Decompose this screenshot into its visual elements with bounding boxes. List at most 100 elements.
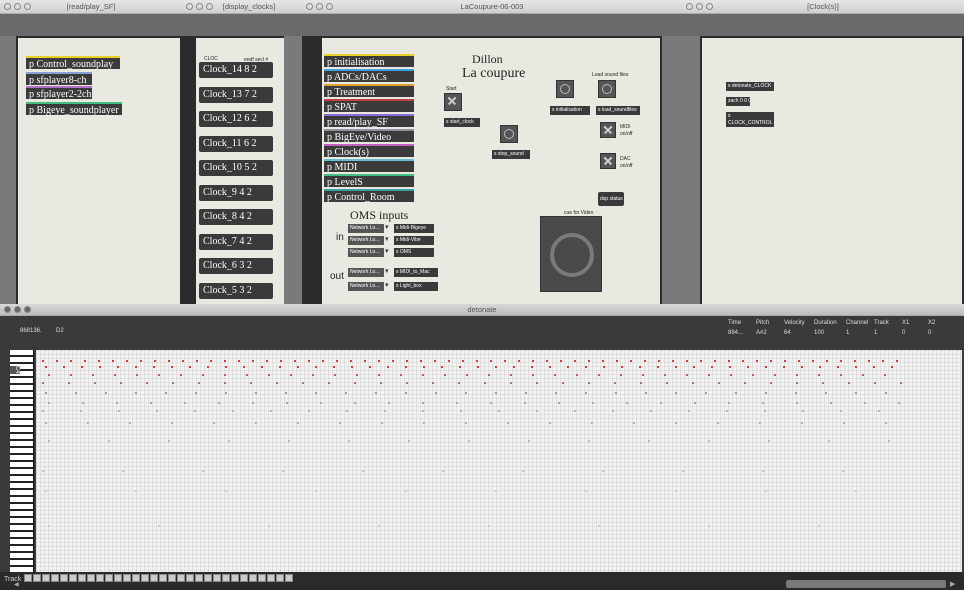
note-event[interactable] [796, 402, 798, 404]
note-event[interactable] [729, 366, 731, 368]
track-toggle-16[interactable] [159, 574, 167, 582]
lacoupure-subpatcher-4[interactable]: p read/play_SF [324, 114, 414, 127]
note-event[interactable] [477, 366, 479, 368]
note-event[interactable] [42, 360, 44, 362]
note-event[interactable] [525, 392, 527, 394]
note-event[interactable] [554, 374, 556, 376]
readplay-toolbar[interactable] [0, 14, 182, 36]
lacoupure-titlebar[interactable]: LaCoupure-06-003 [302, 0, 682, 14]
note-event[interactable] [224, 382, 226, 384]
note-event[interactable] [460, 410, 462, 412]
note-event[interactable] [900, 382, 902, 384]
note-event[interactable] [759, 422, 761, 424]
note-event[interactable] [114, 374, 116, 376]
note-event[interactable] [874, 382, 876, 384]
note-event[interactable] [708, 374, 710, 376]
track-toggle-28[interactable] [267, 574, 275, 582]
note-event[interactable] [898, 402, 900, 404]
note-event[interactable] [522, 470, 524, 472]
note-event[interactable] [286, 402, 288, 404]
note-event[interactable] [819, 366, 821, 368]
note-event[interactable] [828, 440, 830, 442]
readplay-subpatcher-1[interactable]: p sfplayer8-ch [26, 72, 92, 85]
note-event[interactable] [465, 392, 467, 394]
note-event[interactable] [405, 392, 407, 394]
note-event[interactable] [574, 410, 576, 412]
note-event[interactable] [246, 374, 248, 376]
note-event[interactable] [488, 374, 490, 376]
note-event[interactable] [585, 392, 587, 394]
note-event[interactable] [843, 422, 845, 424]
dac-toggle[interactable] [600, 153, 616, 169]
note-event[interactable] [42, 470, 44, 472]
event-field-value-2[interactable]: 64 [784, 330, 791, 336]
note-event[interactable] [224, 374, 226, 376]
clocks-sidebar[interactable] [682, 36, 700, 304]
note-event[interactable] [484, 382, 486, 384]
note-event[interactable] [320, 402, 322, 404]
note-event[interactable] [172, 382, 174, 384]
init-bang[interactable] [556, 80, 574, 98]
note-event[interactable] [290, 374, 292, 376]
note-event[interactable] [158, 374, 160, 376]
note-event[interactable] [238, 360, 240, 362]
note-event[interactable] [717, 422, 719, 424]
note-event[interactable] [297, 422, 299, 424]
note-event[interactable] [378, 525, 380, 527]
note-event[interactable] [585, 490, 587, 492]
note-event[interactable] [693, 366, 695, 368]
note-event[interactable] [490, 402, 492, 404]
note-event[interactable] [762, 470, 764, 472]
note-event[interactable] [280, 360, 282, 362]
note-event[interactable] [621, 366, 623, 368]
readplay-titlebar[interactable]: [read/play_SF] [0, 0, 182, 14]
note-event[interactable] [744, 382, 746, 384]
note-event[interactable] [112, 360, 114, 362]
track-toggle-25[interactable] [240, 574, 248, 582]
scroll-left-icon[interactable]: ◀ [14, 581, 19, 588]
oms-in-network-menu-2[interactable]: Network Lo... [348, 248, 384, 257]
note-event[interactable] [378, 374, 380, 376]
clocks-canvas[interactable] [702, 38, 962, 304]
note-event[interactable] [840, 374, 842, 376]
note-event[interactable] [442, 470, 444, 472]
note-event[interactable] [48, 525, 50, 527]
note-event[interactable] [686, 360, 688, 362]
track-toggle-23[interactable] [222, 574, 230, 582]
note-event[interactable] [711, 366, 713, 368]
note-event[interactable] [602, 360, 604, 362]
note-event[interactable] [795, 392, 797, 394]
track-toggle-26[interactable] [249, 574, 257, 582]
note-event[interactable] [495, 490, 497, 492]
note-event[interactable] [135, 366, 137, 368]
note-event[interactable] [536, 410, 538, 412]
note-event[interactable] [302, 382, 304, 384]
note-event[interactable] [694, 402, 696, 404]
note-event[interactable] [232, 410, 234, 412]
display-clocks-sidebar[interactable] [284, 36, 302, 304]
note-event[interactable] [633, 422, 635, 424]
note-event[interactable] [675, 392, 677, 394]
note-event[interactable] [156, 410, 158, 412]
note-event[interactable] [94, 382, 96, 384]
note-event[interactable] [171, 366, 173, 368]
note-event[interactable] [796, 382, 798, 384]
note-event[interactable] [657, 366, 659, 368]
midi-toggle[interactable] [600, 122, 616, 138]
note-event[interactable] [150, 402, 152, 404]
lacoupure-window-controls[interactable] [306, 3, 333, 10]
note-event[interactable] [585, 366, 587, 368]
note-event[interactable] [614, 382, 616, 384]
note-event[interactable] [826, 360, 828, 362]
note-event[interactable] [158, 525, 160, 527]
note-event[interactable] [81, 366, 83, 368]
track-toggle-6[interactable] [69, 574, 77, 582]
note-event[interactable] [116, 402, 118, 404]
lacoupure-subpatcher-8[interactable]: p LevelS [324, 174, 414, 187]
note-event[interactable] [375, 392, 377, 394]
note-event[interactable] [243, 366, 245, 368]
note-event[interactable] [146, 382, 148, 384]
note-event[interactable] [774, 374, 776, 376]
note-event[interactable] [510, 374, 512, 376]
track-toggle-21[interactable] [204, 574, 212, 582]
